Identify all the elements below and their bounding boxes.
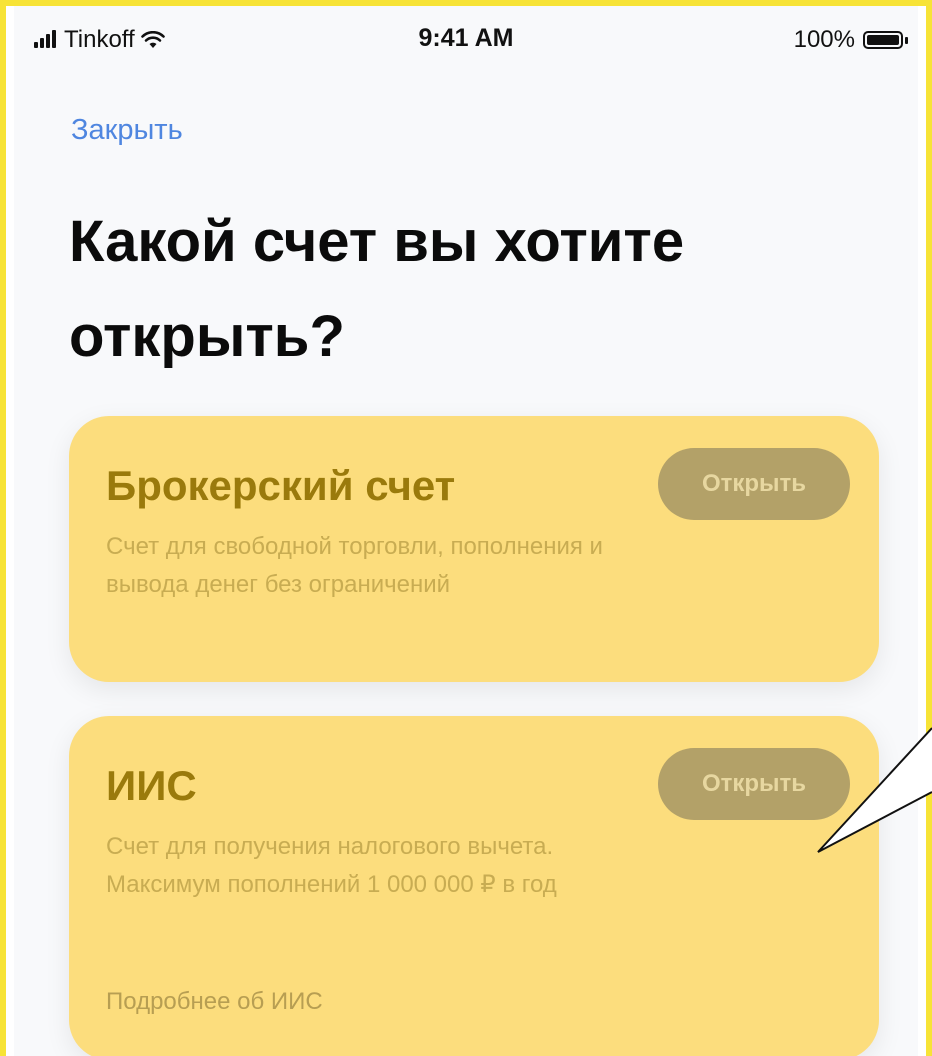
status-time: 9:41 AM: [418, 24, 514, 52]
iis-account-card[interactable]: ИИС Счет для получения налогового вычета…: [69, 716, 879, 1056]
battery-icon: [863, 31, 903, 49]
close-button[interactable]: Закрыть: [71, 114, 183, 147]
broker-account-title: Брокерский счет: [106, 462, 456, 509]
status-bar: Tinkoff 9:41 AM 100%: [14, 6, 918, 66]
broker-account-card[interactable]: Брокерский счет Счет для свободной торго…: [69, 416, 879, 682]
status-right: 100%: [794, 26, 908, 54]
app-content: Tinkoff 9:41 AM 100% Закрыть Какой счет …: [14, 6, 918, 1056]
open-iis-account-button[interactable]: Открыть: [658, 748, 850, 820]
open-broker-account-button[interactable]: Открыть: [658, 448, 850, 520]
phone-screen: Tinkoff 9:41 AM 100% Закрыть Какой счет …: [6, 6, 926, 1056]
broker-account-description: Счет для свободной торговли, пополнения …: [106, 533, 603, 598]
battery-tip: [905, 36, 908, 44]
iis-account-title: ИИС: [106, 762, 197, 809]
iis-account-description: Счет для получения налогового вычета. Ма…: [106, 833, 557, 898]
iis-more-link[interactable]: Подробнее об ИИС: [106, 988, 323, 1016]
page-title: Какой счет вы хотите открыть?: [69, 209, 685, 369]
battery-percent: 100%: [793, 26, 855, 53]
